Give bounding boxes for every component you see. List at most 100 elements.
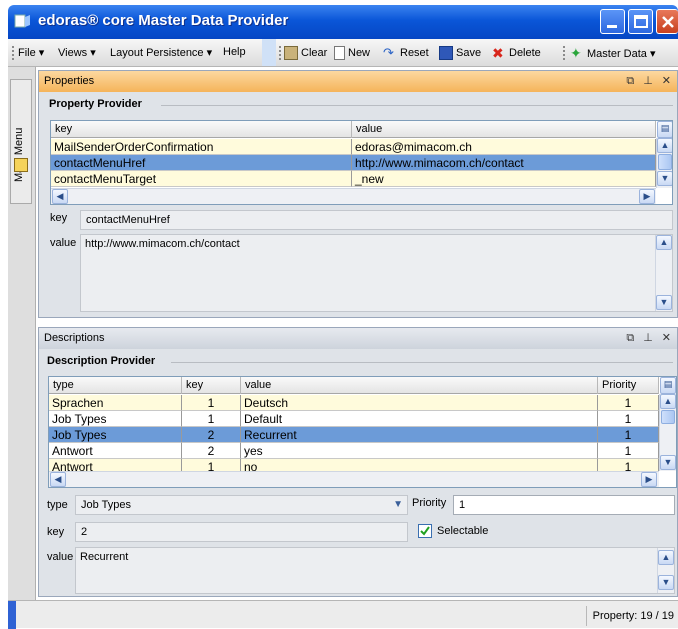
vertical-scrollbar[interactable]: ▲ ▼ (657, 548, 674, 593)
pin-icon[interactable]: ⊥ (643, 75, 653, 87)
restore-icon[interactable]: ⧉ (626, 75, 634, 87)
scroll-thumb[interactable] (661, 410, 675, 424)
table-row[interactable]: MailSenderOrderConfirmation edoras@mimac… (51, 139, 656, 155)
cell-type: Antwort (49, 443, 182, 459)
scroll-up-icon[interactable]: ▲ (658, 550, 674, 565)
properties-panel: Properties ⧉ ⊥ ✕ Property Provider key val… (38, 70, 678, 318)
pin-icon[interactable]: ⊥ (643, 332, 653, 344)
left-rail: Main Menu (8, 67, 36, 600)
group-divider (161, 105, 673, 106)
reset-button[interactable]: ↷ Reset (383, 44, 429, 62)
restore-icon[interactable]: ⧉ (626, 332, 634, 344)
group-divider (171, 362, 673, 363)
master-data-button[interactable]: ✦ Master Data ▾ (570, 44, 656, 62)
cell-value: Deutsch (241, 395, 598, 411)
table-row[interactable]: contactMenuTarget _new (51, 171, 656, 187)
delete-button[interactable]: ✖ Delete (492, 44, 541, 62)
toolbar-grip-icon[interactable] (562, 45, 566, 61)
horizontal-scrollbar[interactable]: ◀ ▶ (49, 471, 659, 487)
properties-panel-header[interactable]: Properties ⧉ ⊥ ✕ (39, 71, 677, 92)
close-button[interactable] (656, 9, 678, 34)
column-header-value[interactable]: value (241, 377, 598, 394)
column-header-priority[interactable]: Priority (598, 377, 659, 394)
close-panel-icon[interactable]: ✕ (662, 75, 671, 87)
vertical-scrollbar[interactable]: ▲ ▼ (655, 235, 672, 311)
menu-views[interactable]: Views ▾ (58, 46, 96, 59)
cell-key: MailSenderOrderConfirmation (51, 139, 352, 155)
scroll-down-icon[interactable]: ▼ (656, 295, 672, 310)
cell-value: Recurrent (241, 427, 598, 443)
clear-button[interactable]: Clear (284, 44, 327, 62)
column-chooser-icon[interactable]: ▤ (660, 377, 676, 394)
status-bar-accent (8, 601, 16, 629)
save-label: Save (456, 47, 482, 59)
table-row[interactable]: Antwort 2 yes 1 (49, 443, 659, 459)
column-chooser-icon[interactable]: ▤ (657, 121, 672, 138)
table-row[interactable]: Sprachen 1 Deutsch 1 (49, 395, 659, 411)
minimize-button[interactable] (600, 9, 625, 34)
toolbar-grip-icon[interactable] (11, 45, 15, 61)
column-header-key[interactable]: key (182, 377, 241, 394)
cell-value: Default (241, 411, 598, 427)
key-field[interactable]: contactMenuHref (80, 210, 673, 230)
description-provider-title: Description Provider (47, 355, 156, 367)
column-header-key[interactable]: key (51, 121, 352, 138)
clear-label: Clear (301, 47, 328, 59)
scroll-right-icon[interactable]: ▶ (639, 189, 655, 204)
scroll-up-icon[interactable]: ▲ (660, 394, 676, 409)
clear-icon (284, 46, 298, 60)
title-bar[interactable]: edoras® core Master Data Provider (8, 5, 678, 39)
scroll-up-icon[interactable]: ▲ (657, 138, 672, 153)
table-row[interactable]: Job Types 1 Default 1 (49, 411, 659, 427)
main-menu-icon (14, 158, 28, 172)
cell-value: no (241, 459, 598, 471)
reset-label: Reset (400, 47, 429, 59)
cell-key: contactMenuTarget (51, 171, 352, 187)
main-menu-tab[interactable]: Main Menu (10, 79, 32, 204)
column-header-type[interactable]: type (49, 377, 182, 394)
save-button[interactable]: Save (439, 44, 481, 62)
column-header-value[interactable]: value (352, 121, 656, 138)
scroll-down-icon[interactable]: ▼ (660, 455, 676, 470)
table-row[interactable]: Antwort 1 no 1 (49, 459, 659, 471)
scroll-left-icon[interactable]: ◀ (52, 189, 68, 204)
descriptions-panel: Descriptions ⧉ ⊥ ✕ Description Provider ty… (38, 327, 678, 597)
cell-priority: 1 (598, 459, 659, 471)
horizontal-scrollbar[interactable]: ◀ ▶ (51, 188, 656, 204)
key-field[interactable]: 2 (75, 522, 408, 542)
table-row-selected[interactable]: contactMenuHref http://www.mimacom.ch/co… (51, 155, 656, 171)
cell-key: 1 (182, 459, 241, 471)
window-title: edoras® core Master Data Provider (38, 12, 289, 29)
scroll-right-icon[interactable]: ▶ (641, 472, 657, 487)
scroll-thumb[interactable] (658, 154, 672, 170)
value-textarea[interactable]: http://www.mimacom.ch/contact ▲ ▼ (80, 234, 673, 312)
cell-type: Job Types (49, 411, 182, 427)
new-button[interactable]: New (334, 44, 370, 62)
toolbar-grip-icon[interactable] (278, 45, 282, 61)
scroll-down-icon[interactable]: ▼ (658, 575, 674, 590)
table-row-selected[interactable]: Job Types 2 Recurrent 1 (49, 427, 659, 443)
value-textarea[interactable]: Recurrent ▲ ▼ (75, 547, 675, 594)
selectable-checkbox[interactable] (418, 524, 432, 538)
close-panel-icon[interactable]: ✕ (662, 332, 671, 344)
menu-file[interactable]: File ▾ (18, 46, 44, 59)
scroll-down-icon[interactable]: ▼ (657, 171, 672, 186)
menu-help[interactable]: Help (223, 46, 246, 58)
cell-priority: 1 (598, 427, 659, 443)
vertical-scrollbar[interactable]: ▲ ▼ (656, 138, 672, 188)
descriptions-panel-title: Descriptions (44, 332, 105, 344)
priority-field[interactable]: 1 (453, 495, 675, 515)
status-text: Property: 19 / 19 (585, 606, 678, 626)
cell-value: edoras@mimacom.ch (352, 139, 656, 155)
menu-layout-persistence[interactable]: Layout Persistence ▾ (110, 46, 212, 59)
type-select[interactable]: Job Types ▼ (75, 495, 408, 515)
maximize-button[interactable] (628, 9, 653, 34)
value-label: value (47, 551, 74, 563)
new-document-icon (334, 46, 345, 60)
descriptions-panel-header[interactable]: Descriptions ⧉ ⊥ ✕ (39, 328, 677, 349)
scroll-left-icon[interactable]: ◀ (50, 472, 66, 487)
chevron-down-icon[interactable]: ▼ (393, 496, 403, 514)
cell-value: yes (241, 443, 598, 459)
vertical-scrollbar[interactable]: ▲ ▼ (659, 394, 676, 471)
scroll-up-icon[interactable]: ▲ (656, 235, 672, 250)
